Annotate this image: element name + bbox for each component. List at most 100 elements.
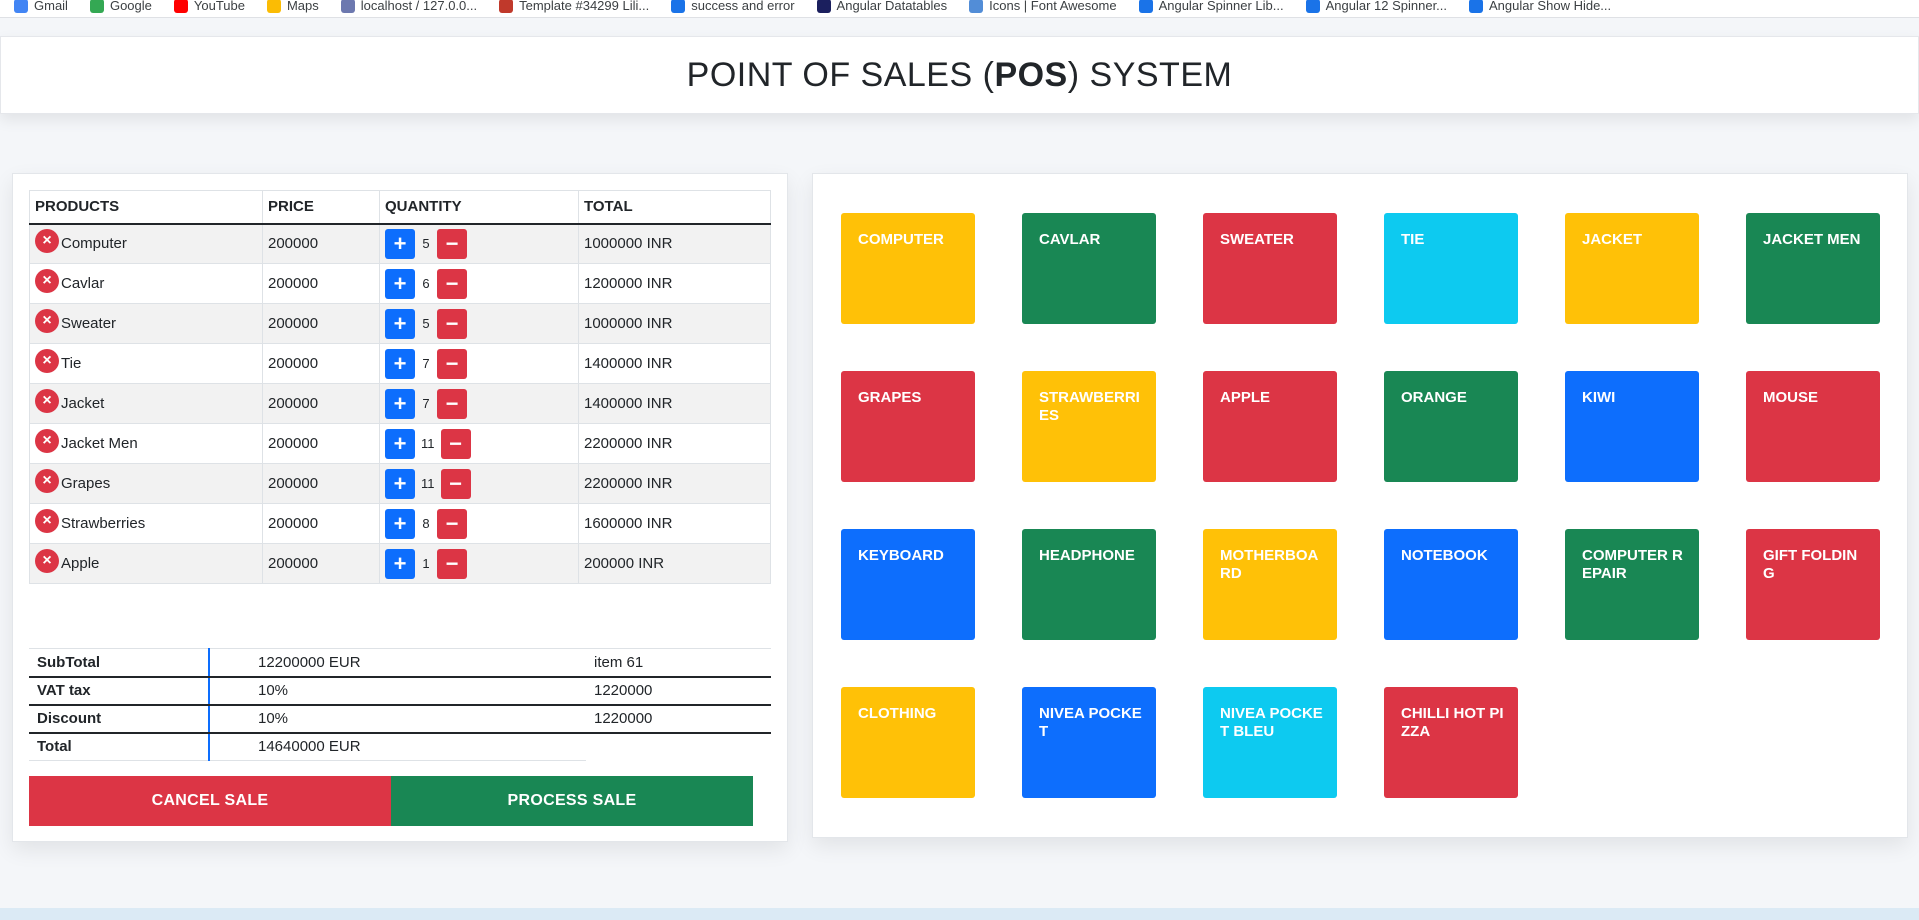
product-name: Grapes — [61, 475, 111, 492]
product-tile[interactable]: NOTEBOOK — [1384, 529, 1518, 640]
decrease-quantity-button[interactable]: − — [437, 348, 467, 379]
increase-quantity-button[interactable]: + — [385, 388, 415, 419]
product-tile[interactable]: TIE — [1384, 213, 1518, 324]
product-cell: × Apple — [29, 543, 263, 584]
product-tile[interactable]: SWEATER — [1203, 213, 1337, 324]
product-name: Cavlar — [61, 275, 105, 292]
decrease-quantity-button[interactable]: − — [440, 468, 471, 499]
remove-item-icon[interactable]: × — [35, 348, 59, 373]
cart-row: × Jacket Men 200000 +11−2200000 INR — [29, 423, 771, 464]
remove-item-icon[interactable]: × — [35, 268, 59, 293]
product-tile[interactable]: CAVLAR — [1022, 213, 1156, 324]
item-count: item 61 — [586, 648, 771, 678]
cart-row: × Tie 200000 +7−1400000 INR — [29, 343, 771, 384]
product-name: Jacket — [61, 395, 105, 412]
bookmark-item[interactable]: Gmail — [14, 0, 68, 13]
cart-panel: PRODUCTS PRICE QUANTITY TOTAL × Computer 2… — [12, 173, 788, 842]
product-tile[interactable]: GIFT FOLDING — [1746, 529, 1880, 640]
increase-quantity-button[interactable]: + — [385, 228, 415, 259]
cancel-sale-button[interactable]: CANCEL SALE — [29, 776, 391, 826]
summary-table: SubTotal 12200000 EUR item 61 VAT tax 10… — [29, 648, 771, 761]
remove-item-icon[interactable]: × — [35, 228, 59, 253]
vat-amount: 1220000 — [586, 676, 771, 706]
product-tile[interactable]: ORANGE — [1384, 371, 1518, 482]
remove-item-icon[interactable]: × — [35, 508, 59, 533]
product-tile[interactable]: KIWI — [1565, 371, 1699, 482]
product-total: 1600000 INR — [578, 503, 771, 544]
bookmark-item[interactable]: Google — [89, 0, 152, 13]
decrease-quantity-button[interactable]: − — [437, 508, 467, 539]
bookmark-item[interactable]: localhost / 127.0.0... — [340, 0, 477, 13]
subtotal-value: 12200000 EUR — [209, 648, 586, 678]
decrease-quantity-button[interactable]: − — [437, 268, 467, 299]
remove-item-icon[interactable]: × — [35, 428, 59, 453]
cart-row: × Computer 200000 +5−1000000 INR — [29, 223, 771, 264]
doc-icon — [671, 0, 686, 13]
quantity-value: 5 — [422, 316, 430, 331]
increase-quantity-button[interactable]: + — [385, 468, 415, 499]
decrease-quantity-button[interactable]: − — [437, 308, 467, 339]
product-tile[interactable]: CHILLI HOT PIZZA — [1384, 687, 1518, 798]
youtube-icon — [173, 0, 188, 13]
increase-quantity-button[interactable]: + — [385, 508, 415, 539]
bookmark-label: Maps — [286, 0, 319, 13]
bookmark-item[interactable]: success and error — [671, 0, 795, 13]
product-tile[interactable]: STRAWBERRIES — [1022, 371, 1156, 482]
product-tile[interactable]: HEADPHONE — [1022, 529, 1156, 640]
bookmark-item[interactable]: Angular Spinner Lib... — [1138, 0, 1284, 13]
remove-item-icon[interactable]: × — [35, 548, 59, 573]
product-tile[interactable]: JACKET MEN — [1746, 213, 1880, 324]
product-tile[interactable]: MOTHERBOARD — [1203, 529, 1337, 640]
increase-quantity-button[interactable]: + — [385, 428, 415, 459]
quantity-cell: +1− — [379, 543, 579, 584]
remove-item-icon[interactable]: × — [35, 388, 59, 413]
vat-label: VAT tax — [29, 676, 210, 706]
bookmark-item[interactable]: Icons | Font Awesome — [969, 0, 1117, 13]
bookmark-item[interactable]: Maps — [266, 0, 319, 13]
process-sale-button[interactable]: PROCESS SALE — [391, 776, 753, 826]
product-tile[interactable]: COMPUTER REPAIR — [1565, 529, 1699, 640]
bookmark-label: YouTube — [193, 0, 245, 13]
decrease-quantity-button[interactable]: − — [437, 228, 467, 259]
decrease-quantity-button[interactable]: − — [437, 548, 467, 579]
link-icon — [1138, 0, 1153, 13]
quantity-value: 11 — [421, 476, 435, 491]
product-cell: × Computer — [29, 223, 263, 264]
remove-item-icon[interactable]: × — [35, 468, 59, 493]
bookmark-item[interactable]: YouTube — [173, 0, 245, 13]
product-price: 200000 — [262, 303, 380, 344]
quantity-cell: +8− — [379, 503, 579, 544]
product-tile[interactable]: NIVEA POCKET — [1022, 687, 1156, 798]
increase-quantity-button[interactable]: + — [385, 548, 415, 579]
product-tile[interactable]: NIVEA POCKET BLEU — [1203, 687, 1337, 798]
product-tile[interactable]: JACKET — [1565, 213, 1699, 324]
product-tile[interactable]: CLOTHING — [841, 687, 975, 798]
remove-item-icon[interactable]: × — [35, 308, 59, 333]
discount-amount: 1220000 — [586, 704, 771, 734]
product-tile[interactable]: APPLE — [1203, 371, 1337, 482]
product-price: 200000 — [262, 223, 380, 264]
product-tile[interactable]: MOUSE — [1746, 371, 1880, 482]
product-name: Computer — [61, 235, 127, 253]
product-tile[interactable]: KEYBOARD — [841, 529, 975, 640]
product-name: Sweater — [61, 315, 117, 332]
product-tile[interactable]: COMPUTER — [841, 213, 975, 324]
link-icon — [1305, 0, 1320, 13]
gmail-icon — [14, 0, 28, 13]
product-total: 1400000 INR — [578, 383, 771, 424]
bookmark-item[interactable]: Angular Show Hide... — [1469, 0, 1611, 13]
bookmark-item[interactable]: Angular Datatables — [816, 0, 947, 13]
increase-quantity-button[interactable]: + — [385, 268, 415, 299]
bookmark-item[interactable]: Template #34299 Lili... — [499, 0, 649, 13]
cart-body: × Computer 200000 +5−1000000 INR × Cavlar 2000… — [29, 223, 771, 584]
product-tile[interactable]: GRAPES — [841, 371, 975, 482]
bookmark-label: Angular Show Hide... — [1489, 0, 1612, 13]
decrease-quantity-button[interactable]: − — [437, 388, 467, 419]
increase-quantity-button[interactable]: + — [385, 308, 415, 339]
fontawesome-icon — [969, 0, 984, 13]
link-icon — [1469, 0, 1484, 13]
increase-quantity-button[interactable]: + — [385, 348, 415, 379]
decrease-quantity-button[interactable]: − — [440, 428, 471, 459]
bookmark-item[interactable]: Angular 12 Spinner... — [1305, 0, 1447, 13]
subtotal-label: SubTotal — [29, 648, 210, 678]
